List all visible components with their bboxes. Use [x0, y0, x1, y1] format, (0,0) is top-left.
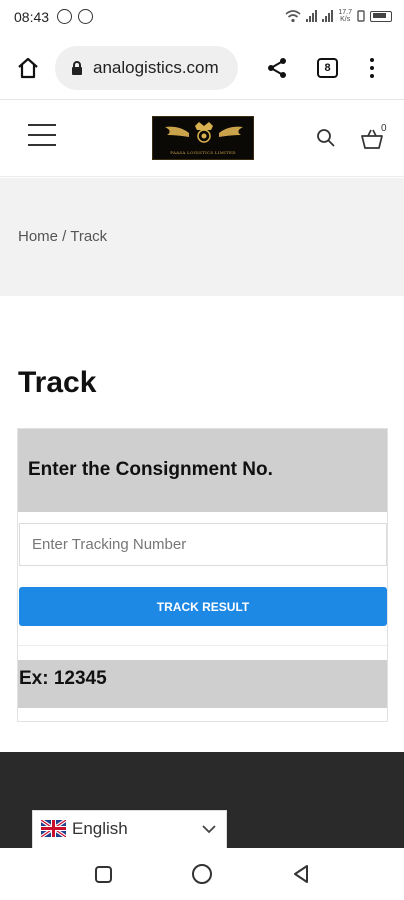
- sync-icon: [78, 9, 93, 24]
- wifi-icon: [285, 9, 301, 22]
- status-notification-icons: [57, 9, 93, 24]
- status-time: 08:43: [14, 9, 50, 25]
- language-selector[interactable]: English: [32, 810, 227, 848]
- search-icon[interactable]: [316, 128, 336, 148]
- more-icon[interactable]: [366, 56, 378, 80]
- page-title: Track: [18, 366, 97, 399]
- example-hint: Ex: 12345: [18, 660, 387, 708]
- logo-wing-left: [165, 126, 189, 137]
- whatsapp-icon: [57, 9, 72, 24]
- track-form: Enter the Consignment No. TRACK RESULT E…: [17, 428, 388, 722]
- network-speed: 17.7 K/s: [338, 9, 352, 23]
- battery-icon: [370, 10, 392, 22]
- track-form-header: Enter the Consignment No.: [18, 429, 387, 512]
- share-icon[interactable]: [265, 56, 289, 80]
- language-label: English: [72, 819, 128, 838]
- system-nav-bar: [0, 848, 404, 900]
- logo-wing-right: [219, 126, 243, 137]
- cart-count-badge: 0: [381, 123, 387, 134]
- divider: [18, 645, 387, 646]
- site-logo[interactable]: FAASA LOGISTICS LIMITED: [152, 116, 254, 160]
- chevron-down-icon: [202, 825, 216, 834]
- home-button-icon[interactable]: [192, 864, 212, 884]
- vibrate-icon: [357, 10, 365, 22]
- signal-icon: [322, 10, 334, 22]
- tabs-button[interactable]: 8: [317, 58, 338, 78]
- breadcrumb[interactable]: Home / Track: [18, 228, 107, 245]
- track-form-heading: Enter the Consignment No.: [28, 459, 273, 480]
- status-system-icons: 17.7 K/s: [285, 9, 392, 23]
- site-footer: English: [0, 752, 404, 848]
- address-bar[interactable]: analogistics.com: [55, 46, 238, 90]
- status-bar: 08:43 17.7 K/s: [0, 0, 404, 36]
- logo-crest: [195, 122, 213, 143]
- back-icon[interactable]: [292, 864, 310, 884]
- site-header: FAASA LOGISTICS LIMITED 0: [0, 101, 404, 177]
- page-banner: Home / Track: [0, 178, 404, 296]
- browser-toolbar: analogistics.com 8: [0, 36, 404, 100]
- hamburger-menu-icon[interactable]: [28, 124, 56, 148]
- uk-flag-icon: [41, 820, 66, 837]
- signal-icon: [306, 10, 318, 22]
- lock-icon: [72, 61, 82, 75]
- home-icon[interactable]: [16, 56, 40, 80]
- tracking-number-input[interactable]: [19, 523, 387, 566]
- url-text: analogistics.com: [93, 58, 219, 77]
- recents-icon[interactable]: [95, 866, 112, 883]
- example-text: Ex: 12345: [19, 668, 107, 689]
- logo-text: FAASA LOGISTICS LIMITED: [170, 150, 236, 155]
- track-result-button[interactable]: TRACK RESULT: [19, 587, 387, 626]
